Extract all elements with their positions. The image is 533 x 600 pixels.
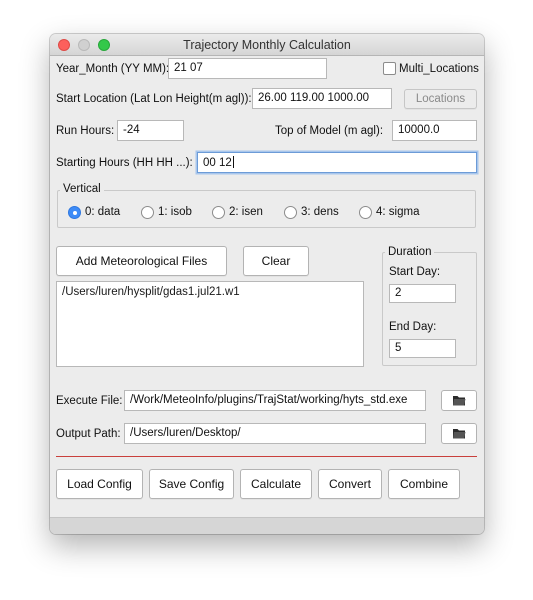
convert-button[interactable]: Convert <box>318 469 382 499</box>
starting-hours-label: Starting Hours (HH HH ...): <box>56 157 193 169</box>
run-hours-input[interactable]: -24 <box>117 120 184 141</box>
vertical-option-isen: 2: isen <box>229 206 263 218</box>
met-files-list[interactable]: /Users/luren/hysplit/gdas1.jul21.w1 <box>56 281 364 367</box>
action-separator <box>56 456 477 457</box>
multi-locations-checkbox[interactable] <box>383 62 396 75</box>
vertical-option-dens: 3: dens <box>301 206 339 218</box>
status-bar <box>50 517 484 534</box>
vertical-radio-isen[interactable] <box>212 206 225 219</box>
multi-locations-label: Multi_Locations <box>399 63 479 75</box>
vertical-radio-data[interactable] <box>68 206 81 219</box>
folder-icon <box>453 429 466 439</box>
browse-execute-file-button[interactable] <box>441 390 477 411</box>
vertical-option-data: 0: data <box>85 206 121 218</box>
folder-icon <box>453 396 466 406</box>
vertical-radio-isob[interactable] <box>141 206 154 219</box>
vertical-option-sigma: 4: sigma <box>376 206 420 218</box>
vertical-legend: Vertical <box>60 183 104 195</box>
start-location-label: Start Location (Lat Lon Height(m agl)): <box>56 93 252 105</box>
year-month-label: Year_Month (YY MM): <box>56 63 170 75</box>
combine-button[interactable]: Combine <box>388 469 460 499</box>
start-day-label: Start Day: <box>389 266 441 278</box>
vertical-radio-dens[interactable] <box>284 206 297 219</box>
start-day-input[interactable]: 2 <box>389 284 456 303</box>
vertical-radio-sigma[interactable] <box>359 206 372 219</box>
start-location-input[interactable]: 26.00 119.00 1000.00 <box>252 88 392 109</box>
output-path-input[interactable]: /Users/luren/Desktop/ <box>124 423 426 444</box>
year-month-input[interactable]: 21 07 <box>168 58 327 79</box>
end-day-input[interactable]: 5 <box>389 339 456 358</box>
window-title: Trajectory Monthly Calculation <box>183 38 351 52</box>
top-of-model-input[interactable]: 10000.0 <box>392 120 477 141</box>
locations-button[interactable]: Locations <box>404 89 477 109</box>
browse-output-path-button[interactable] <box>441 423 477 444</box>
end-day-label: End Day: <box>389 321 437 333</box>
save-config-button[interactable]: Save Config <box>149 469 234 499</box>
text-caret <box>232 156 234 168</box>
met-file-item[interactable]: /Users/luren/hysplit/gdas1.jul21.w1 <box>62 286 358 298</box>
starting-hours-input[interactable]: 00 12 <box>197 152 477 173</box>
add-met-files-button[interactable]: Add Meteorological Files <box>56 246 227 276</box>
trajectory-monthly-window: Trajectory Monthly Calculation Year_Mont… <box>50 34 484 534</box>
clear-met-files-button[interactable]: Clear <box>243 246 309 276</box>
output-path-label: Output Path: <box>56 428 121 440</box>
title-bar[interactable]: Trajectory Monthly Calculation <box>50 34 484 56</box>
vertical-option-isob: 1: isob <box>158 206 192 218</box>
duration-legend: Duration <box>385 246 435 258</box>
execute-file-input[interactable]: /Work/MeteoInfo/plugins/TrajStat/working… <box>124 390 426 411</box>
top-of-model-label: Top of Model (m agl): <box>275 125 384 137</box>
run-hours-label: Run Hours: <box>56 125 115 137</box>
calculate-button[interactable]: Calculate <box>240 469 312 499</box>
load-config-button[interactable]: Load Config <box>56 469 143 499</box>
starting-hours-value: 00 12 <box>203 157 232 169</box>
execute-file-label: Execute File: <box>56 395 123 407</box>
